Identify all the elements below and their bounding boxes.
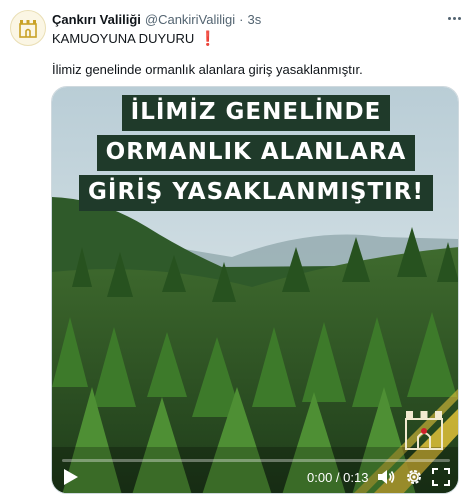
headline-line-3: GİRİŞ YASAKLANMIŞTIR! [79, 175, 433, 211]
headline-line-2: ORMANLIK ALANLARA [96, 135, 416, 171]
play-icon[interactable] [63, 468, 79, 486]
announcement-label: KAMUOYUNA DUYURU [52, 31, 195, 46]
crest-icon [19, 20, 37, 38]
more-icon [447, 16, 451, 20]
separator-dot: · [239, 11, 244, 27]
video-player[interactable]: İLİMİZ GENELİNDE ORMANLIK ALANLARA GİRİŞ… [51, 86, 459, 494]
gear-icon[interactable] [404, 467, 424, 487]
exclamation-emoji: ❗ [199, 30, 217, 46]
fullscreen-icon[interactable] [431, 467, 451, 487]
progress-bar[interactable] [62, 459, 450, 462]
video-headline: İLİMİZ GENELİNDE ORMANLIK ALANLARA GİRİŞ… [52, 95, 458, 211]
timecode: 0:00 / 0:13 [307, 470, 369, 485]
avatar[interactable] [10, 10, 46, 46]
video-controls: 0:00 / 0:13 [52, 453, 458, 493]
timestamp[interactable]: 3s [247, 12, 261, 27]
tweet[interactable]: Çankırı Valiliği @CankiriValiligi · 3s K… [0, 0, 474, 494]
tweet-text-line-2: İlimiz genelinde ormanlık alanlara giriş… [52, 62, 363, 77]
volume-icon[interactable] [376, 467, 396, 487]
more-options-button[interactable] [444, 10, 464, 26]
author-name[interactable]: Çankırı Valiliği [52, 12, 141, 27]
author-handle[interactable]: @CankiriValiligi [145, 12, 235, 27]
tweet-text-line-1: KAMUOYUNA DUYURU ❗ [52, 30, 217, 47]
emblem-icon [405, 411, 443, 450]
tweet-header: Çankırı Valiliği @CankiriValiligi · 3s [52, 10, 434, 28]
headline-line-1: İLİMİZ GENELİNDE [121, 95, 391, 131]
